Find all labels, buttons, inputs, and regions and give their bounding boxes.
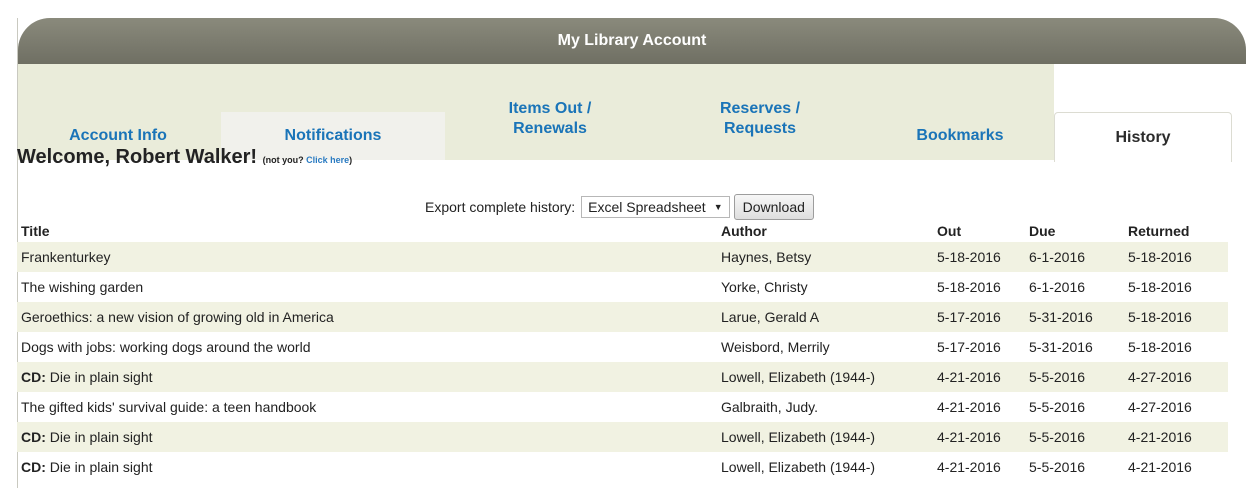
cell-out: 4-21-2016 [937, 399, 1001, 415]
table-row: Frankenturkey Haynes, Betsy 5-18-2016 6-1-2… [17, 242, 1228, 272]
export-label: Export complete history: [425, 199, 576, 215]
table-header-row: Title Author Out Due Returned [17, 220, 1228, 242]
cell-author: Haynes, Betsy [717, 242, 933, 272]
title-text: Dogs with jobs: working dogs around the … [21, 339, 311, 355]
cell-out: 5-18-2016 [933, 242, 1025, 272]
cell-out: 5-17-2016 [933, 302, 1025, 332]
cell-returned: 4-21-2016 [1124, 422, 1228, 452]
not-you-text: (not you? Click here) [262, 155, 353, 165]
tab-items-out-renewals[interactable]: Items Out / Renewals [445, 78, 655, 160]
title-text: Die in plain sight [49, 429, 153, 445]
cell-returned: 5-18-2016 [1124, 242, 1228, 272]
cell-author: Lowell, Elizabeth (1944-) [717, 362, 933, 392]
dropdown-arrow-icon: ▼ [713, 202, 723, 212]
cell-returned: 4-27-2016 [1128, 399, 1192, 415]
tab-bookmarks[interactable]: Bookmarks [865, 112, 1055, 160]
cell-returned: 5-18-2016 [1128, 279, 1192, 295]
tab-reserves-requests[interactable]: Reserves / Requests [655, 78, 865, 160]
cell-title: Dogs with jobs: working dogs around the … [17, 332, 717, 362]
title-text: Geroethics: a new vision of growing old … [21, 309, 334, 325]
cell-author: Weisbord, Merrily [721, 339, 830, 355]
history-table: Title Author Out Due Returned Frankentur… [17, 220, 1228, 482]
cell-title: Frankenturkey [17, 242, 717, 272]
header-author: Author [721, 223, 767, 239]
export-format-select[interactable]: Excel Spreadsheet ▼ [581, 196, 730, 218]
click-here-link[interactable]: Click here [306, 155, 349, 165]
cell-title: The wishing garden [17, 272, 717, 302]
cell-title: CD: Die in plain sight [17, 362, 717, 392]
cell-out: 4-21-2016 [937, 459, 1001, 475]
title-text: The gifted kids' survival guide: a teen … [21, 399, 317, 415]
table-row: The gifted kids' survival guide: a teen … [17, 392, 1228, 422]
table-row: The wishing garden Yorke, Christy 5-18-201… [17, 272, 1228, 302]
cell-due: 6-1-2016 [1025, 242, 1124, 272]
title-text: Die in plain sight [49, 459, 153, 475]
cell-out: 5-18-2016 [937, 279, 1001, 295]
cell-due: 5-5-2016 [1025, 362, 1124, 392]
cell-due: 5-5-2016 [1025, 422, 1124, 452]
cell-out: 5-17-2016 [937, 339, 1001, 355]
tab-history[interactable]: History [1054, 112, 1232, 162]
cell-returned: 5-18-2016 [1128, 339, 1192, 355]
table-row: CD: Die in plain sight Lowell, Elizabeth … [17, 452, 1228, 482]
cell-out: 4-21-2016 [933, 362, 1025, 392]
download-button[interactable]: Download [733, 194, 814, 220]
welcome-message: Welcome, Robert Walker! (not you? Click … [17, 146, 352, 169]
table-row: CD: Die in plain sight Lowell, Elizabeth … [17, 422, 1228, 452]
panel-title: My Library Account [557, 32, 707, 49]
cell-due: 5-5-2016 [1029, 399, 1086, 415]
cell-due: 5-31-2016 [1029, 339, 1093, 355]
cell-returned: 4-21-2016 [1128, 459, 1192, 475]
cell-out: 4-21-2016 [933, 422, 1025, 452]
cell-title: Geroethics: a new vision of growing old … [17, 302, 717, 332]
cell-author: Larue, Gerald A [717, 302, 933, 332]
header-due: Due [1029, 223, 1056, 239]
cell-author: Yorke, Christy [721, 279, 808, 295]
cell-due: 5-31-2016 [1025, 302, 1124, 332]
title-text: Frankenturkey [21, 249, 111, 265]
cell-title: The gifted kids' survival guide: a teen … [17, 392, 717, 422]
export-history: Export complete history: Excel Spreadshe… [425, 194, 814, 220]
cell-author: Lowell, Elizabeth (1944-) [721, 459, 876, 475]
cell-returned: 5-18-2016 [1124, 302, 1228, 332]
cell-due: 6-1-2016 [1029, 279, 1086, 295]
header-out: Out [937, 223, 962, 239]
cell-author: Galbraith, Judy. [721, 399, 819, 415]
panel-header: My Library Account [18, 18, 1246, 64]
format-label: CD: [21, 429, 46, 445]
cell-title: CD: Die in plain sight [17, 452, 717, 482]
table-row: Geroethics: a new vision of growing old … [17, 302, 1228, 332]
cell-due: 5-5-2016 [1029, 459, 1086, 475]
header-returned: Returned [1128, 223, 1190, 239]
title-text: Die in plain sight [49, 369, 153, 385]
table-row: Dogs with jobs: working dogs around the … [17, 332, 1228, 362]
cell-author: Lowell, Elizabeth (1944-) [717, 422, 933, 452]
title-text: The wishing garden [21, 279, 144, 295]
welcome-greeting: Welcome, Robert Walker! [17, 146, 258, 168]
format-label: CD: [21, 459, 46, 475]
cell-returned: 4-27-2016 [1124, 362, 1228, 392]
format-label: CD: [21, 369, 46, 385]
header-title: Title [21, 223, 50, 239]
table-row: CD: Die in plain sight Lowell, Elizabeth … [17, 362, 1228, 392]
cell-title: CD: Die in plain sight [17, 422, 717, 452]
